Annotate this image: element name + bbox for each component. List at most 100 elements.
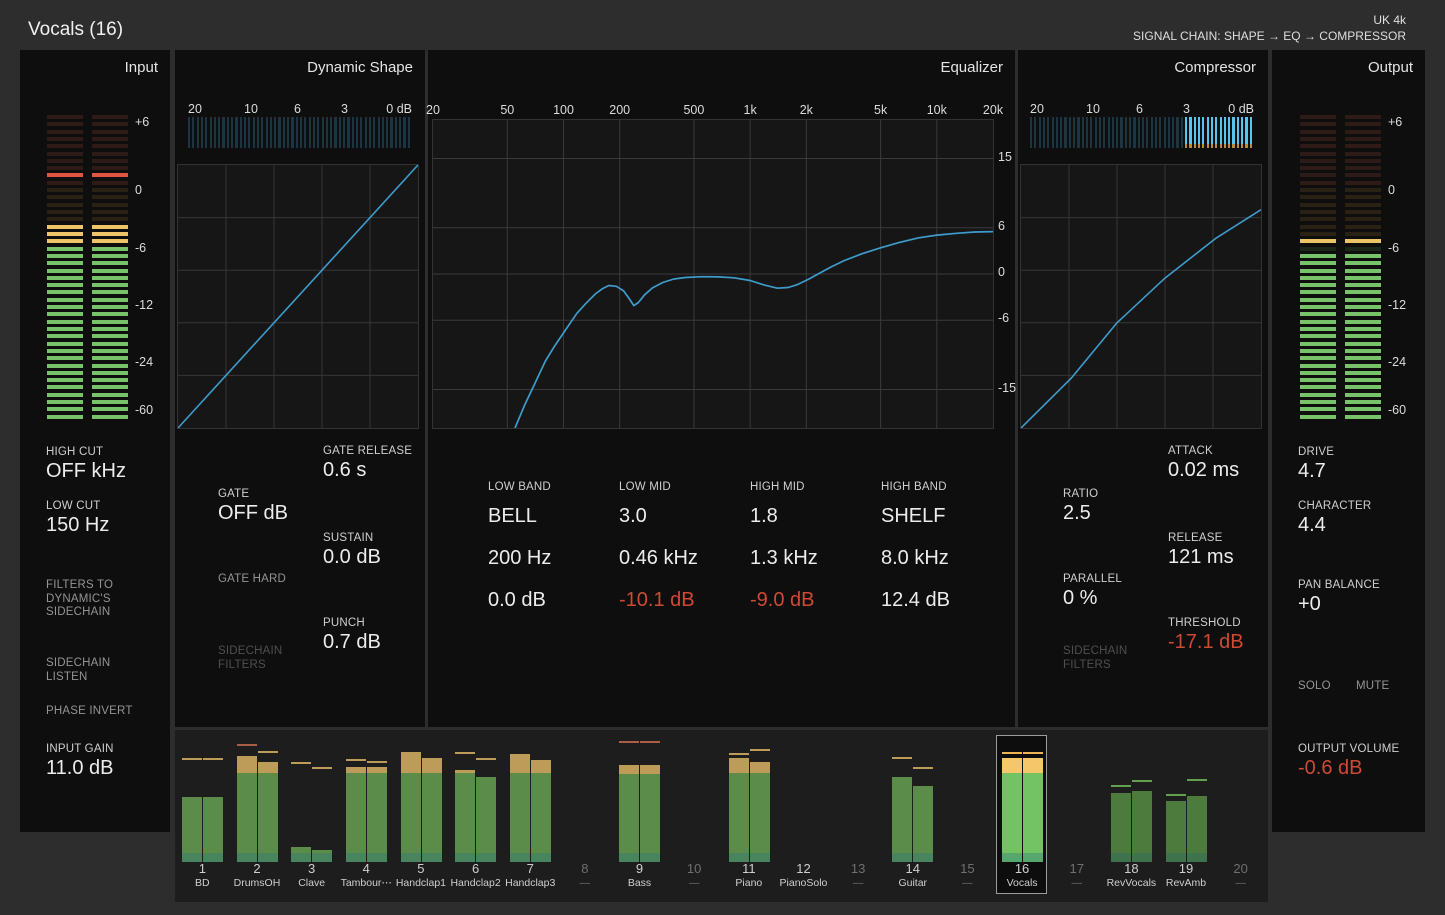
- channel-number: 9: [635, 861, 644, 876]
- parallel-value[interactable]: 0 %: [1063, 587, 1097, 610]
- channel-level-bars: [1111, 740, 1153, 862]
- mixer-channel-15[interactable]: 15—: [940, 730, 995, 902]
- character-label: CHARACTER: [1298, 500, 1372, 512]
- sidechain-listen-button[interactable]: SIDECHAIN LISTEN: [46, 657, 110, 684]
- ratio-label: RATIO: [1063, 488, 1099, 500]
- mixer-channel-20[interactable]: 20—: [1213, 730, 1268, 902]
- mixer-channel-17[interactable]: 17—: [1049, 730, 1104, 902]
- low-cut-value[interactable]: 150 Hz: [46, 514, 109, 537]
- low-mid-q[interactable]: 3.0: [619, 505, 647, 528]
- preset-name[interactable]: UK 4k: [1373, 13, 1406, 27]
- eq-freq-tick: 1k: [743, 103, 757, 117]
- meter-scale-label: -6: [135, 240, 147, 255]
- mixer-channel-14[interactable]: 14 Guitar: [885, 730, 940, 902]
- high-cut-value[interactable]: OFF kHz: [46, 460, 126, 483]
- channel-number: 5: [417, 861, 425, 876]
- mixer-channel-5[interactable]: 5 Handclap1: [394, 730, 449, 902]
- input-gain-label: INPUT GAIN: [46, 743, 114, 755]
- compressor-gain-reduction-meter: 20 10 6 3 0 dB: [1030, 102, 1254, 167]
- phase-invert-button[interactable]: PHASE INVERT: [46, 705, 133, 719]
- meter-scale-label: 0: [135, 182, 142, 197]
- mixer-channel-1[interactable]: 1 BD: [175, 730, 230, 902]
- channel-name: Bass: [627, 877, 652, 889]
- solo-button[interactable]: SOLO: [1298, 680, 1331, 694]
- pan-balance-value[interactable]: +0: [1298, 593, 1321, 616]
- low-band-gain[interactable]: 0.0 dB: [488, 589, 546, 612]
- channel-level-bars: [509, 740, 551, 862]
- attack-value[interactable]: 0.02 ms: [1168, 459, 1239, 482]
- channel-name: —: [852, 877, 864, 889]
- mixer-channel-6[interactable]: 6 Handclap2: [448, 730, 503, 902]
- channel-number: 1: [198, 861, 206, 876]
- input-gain-value[interactable]: 11.0 dB: [46, 757, 113, 780]
- punch-value[interactable]: 0.7 dB: [323, 631, 381, 654]
- sustain-value[interactable]: 0.0 dB: [323, 546, 381, 569]
- shape-sidechain-filters-button[interactable]: SIDECHAIN FILTERS: [218, 645, 282, 672]
- meter-scale-label: -12: [135, 298, 154, 313]
- mixer-channel-3[interactable]: 3 Clave: [284, 730, 339, 902]
- drive-value[interactable]: 4.7: [1298, 460, 1326, 483]
- mixer-channel-8[interactable]: 8—: [558, 730, 613, 902]
- shape-transfer-graph[interactable]: [177, 164, 419, 429]
- output-volume-value[interactable]: -0.6 dB: [1298, 757, 1362, 780]
- ratio-value[interactable]: 2.5: [1063, 502, 1091, 525]
- eq-response-graph[interactable]: [432, 119, 994, 429]
- channel-name: Clave: [298, 877, 326, 889]
- gate-value[interactable]: OFF dB: [218, 502, 288, 525]
- low-mid-freq[interactable]: 0.46 kHz: [619, 547, 698, 570]
- mute-button[interactable]: MUTE: [1356, 680, 1389, 694]
- threshold-label: THRESHOLD: [1168, 617, 1241, 629]
- output-volume-label: OUTPUT VOLUME: [1298, 743, 1400, 755]
- equalizer-panel: Equalizer 20 50 100 200 500 1k 2k 5k 10k 20k 15 6 0…: [426, 50, 1017, 727]
- compressor-transfer-graph[interactable]: [1020, 164, 1262, 429]
- low-band-freq[interactable]: 200 Hz: [488, 547, 551, 570]
- channel-name: Piano: [735, 877, 763, 889]
- mixer-channel-4[interactable]: 4 Tambour⋯: [339, 730, 394, 902]
- high-band-gain[interactable]: 12.4 dB: [881, 589, 950, 612]
- mixer-channel-12[interactable]: 12 PianoSolo: [776, 730, 831, 902]
- high-mid-q[interactable]: 1.8: [750, 505, 778, 528]
- gate-release-value[interactable]: 0.6 s: [323, 459, 366, 482]
- input-level-meter: +6 0 -6 -12 -24 -60: [47, 115, 177, 422]
- threshold-value[interactable]: -17.1 dB: [1168, 631, 1244, 654]
- parallel-label: PARALLEL: [1063, 573, 1122, 585]
- channel-name: —: [688, 877, 700, 889]
- gate-hard-button[interactable]: GATE HARD: [218, 573, 286, 587]
- channel-number: 15: [960, 861, 975, 876]
- punch-label: PUNCH: [323, 617, 365, 629]
- low-mid-gain[interactable]: -10.1 dB: [619, 589, 695, 612]
- eq-gain-tick: -6: [998, 311, 1010, 326]
- high-band-freq[interactable]: 8.0 kHz: [881, 547, 949, 570]
- character-value[interactable]: 4.4: [1298, 514, 1326, 537]
- channel-level-bars: [182, 740, 223, 862]
- filters-to-sidechain-button[interactable]: FILTERS TO DYNAMIC'S SIDECHAIN: [46, 579, 113, 620]
- mixer-channel-16[interactable]: 16 Vocals: [995, 730, 1050, 902]
- mixer-channel-7[interactable]: 7 Handclap3: [503, 730, 558, 902]
- mixer-channel-11[interactable]: 11 Piano: [722, 730, 777, 902]
- eq-gain-tick: -15: [998, 380, 1017, 395]
- high-mid-freq[interactable]: 1.3 kHz: [750, 547, 818, 570]
- eq-gain-tick: 6: [998, 218, 1005, 233]
- mixer-channel-9[interactable]: 9 Bass: [612, 730, 667, 902]
- comp-sidechain-filters-button[interactable]: SIDECHAIN FILTERS: [1063, 645, 1127, 672]
- mixer-channel-list: 1 BD 2 DrumsOH 3 Clave 4 Tambour⋯ 5 Handclap1 6 Han…: [175, 730, 1268, 902]
- mixer-channel-19[interactable]: 19 RevAmb: [1159, 730, 1214, 902]
- mixer-channel-18[interactable]: 18 RevVocals: [1104, 730, 1159, 902]
- eq-freq-tick: 10k: [926, 103, 947, 117]
- channel-number: 4: [362, 861, 370, 876]
- low-band-type[interactable]: BELL: [488, 505, 537, 528]
- mixer-channel-2[interactable]: 2 DrumsOH: [230, 730, 285, 902]
- channel-level-bars: [783, 740, 824, 862]
- channel-number: 3: [308, 861, 316, 876]
- gr-meter-scale: 20 10 6 3 0 dB: [188, 102, 412, 116]
- high-mid-gain[interactable]: -9.0 dB: [750, 589, 814, 612]
- release-value[interactable]: 121 ms: [1168, 546, 1234, 569]
- eq-freq-tick: 50: [500, 103, 515, 117]
- channel-level-bars: [1220, 740, 1261, 862]
- mixer-channel-10[interactable]: 10—: [667, 730, 722, 902]
- mixer-channel-13[interactable]: 13—: [831, 730, 886, 902]
- meter-scale-label: +6: [1388, 115, 1403, 130]
- signal-chain-label[interactable]: SIGNAL CHAIN: SHAPE → EQ → COMPRESSOR: [1133, 29, 1406, 43]
- high-band-type[interactable]: SHELF: [881, 505, 945, 528]
- channel-level-bars: [1001, 740, 1043, 862]
